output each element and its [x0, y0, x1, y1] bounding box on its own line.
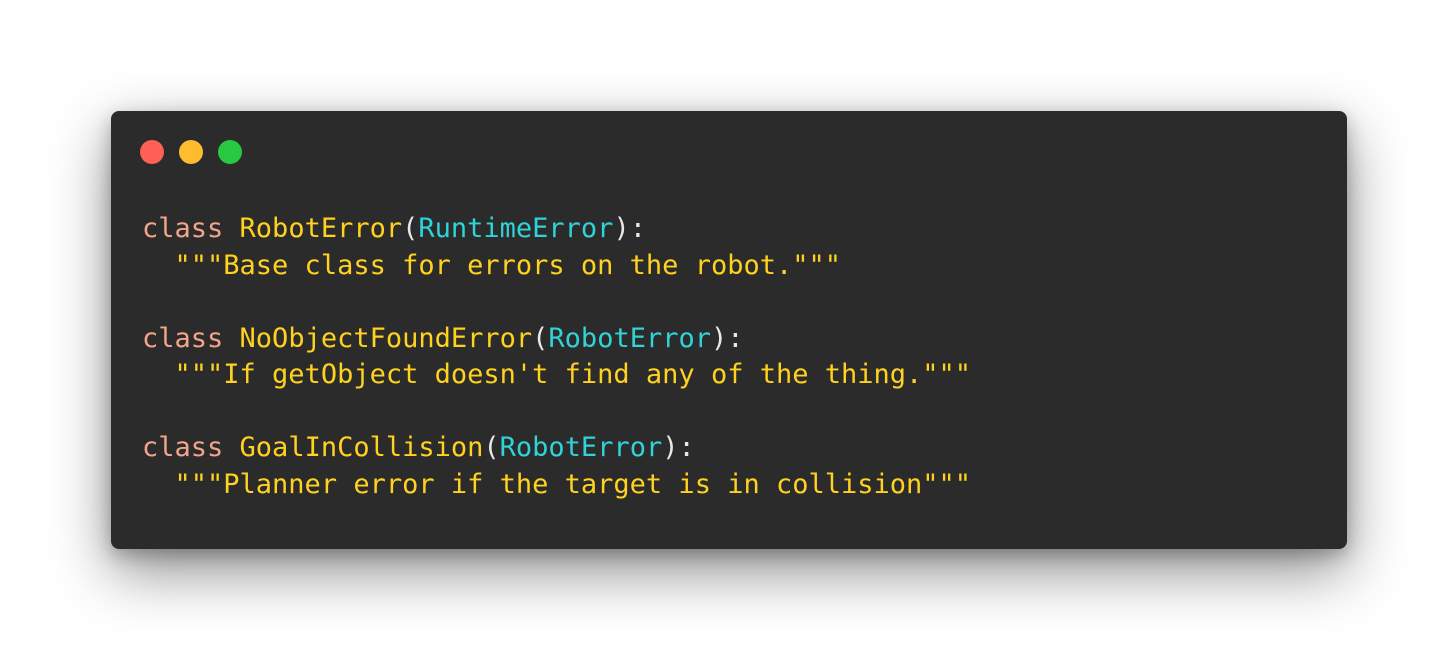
code-block: class RobotError(RuntimeError): """Base …: [142, 211, 971, 503]
token-class-name: NoObjectFoundError: [239, 322, 533, 354]
token-punctuation: [223, 432, 239, 463]
token-punctuation: [142, 469, 175, 500]
window-controls: [140, 140, 242, 164]
code-line: class RobotError(RuntimeError):: [142, 211, 971, 248]
token-class-name: GoalInCollision: [239, 432, 484, 463]
token-punctuation: (: [402, 213, 419, 244]
token-punctuation: (: [532, 322, 549, 354]
minimize-dot-icon[interactable]: [179, 140, 203, 164]
close-dot-icon[interactable]: [140, 140, 164, 164]
maximize-dot-icon[interactable]: [218, 140, 242, 164]
token-punctuation: ):: [613, 213, 646, 244]
token-string: """Planner error if the target is in col…: [174, 468, 972, 500]
code-line: class NoObjectFoundError(RobotError):: [142, 321, 971, 358]
token-punctuation: [223, 213, 239, 244]
canvas: class RobotError(RuntimeError): """Base …: [0, 0, 1456, 658]
token-string: """Base class for errors on the robot.""…: [174, 249, 841, 281]
token-keyword: class: [142, 432, 224, 463]
code-line: """Planner error if the target is in col…: [142, 467, 972, 504]
token-punctuation: ):: [662, 432, 695, 463]
token-punctuation: [142, 250, 175, 281]
code-line: class GoalInCollision(RobotError):: [142, 430, 971, 467]
token-keyword: class: [142, 213, 224, 244]
token-keyword: class: [142, 322, 224, 354]
code-line: """If getObject doesn't find any of the …: [142, 357, 972, 394]
code-line: """Base class for errors on the robot.""…: [142, 248, 971, 285]
token-base-class: RuntimeError: [418, 213, 614, 244]
token-base-class: RobotError: [499, 432, 663, 463]
token-punctuation: [142, 359, 175, 390]
token-punctuation: (: [483, 432, 500, 463]
code-window: class RobotError(RuntimeError): """Base …: [111, 111, 1347, 549]
token-base-class: RobotError: [548, 322, 711, 354]
token-string: """If getObject doesn't find any of the …: [174, 359, 972, 390]
token-punctuation: [223, 323, 239, 354]
token-punctuation: ):: [710, 322, 744, 354]
token-class-name: RobotError: [239, 213, 403, 244]
